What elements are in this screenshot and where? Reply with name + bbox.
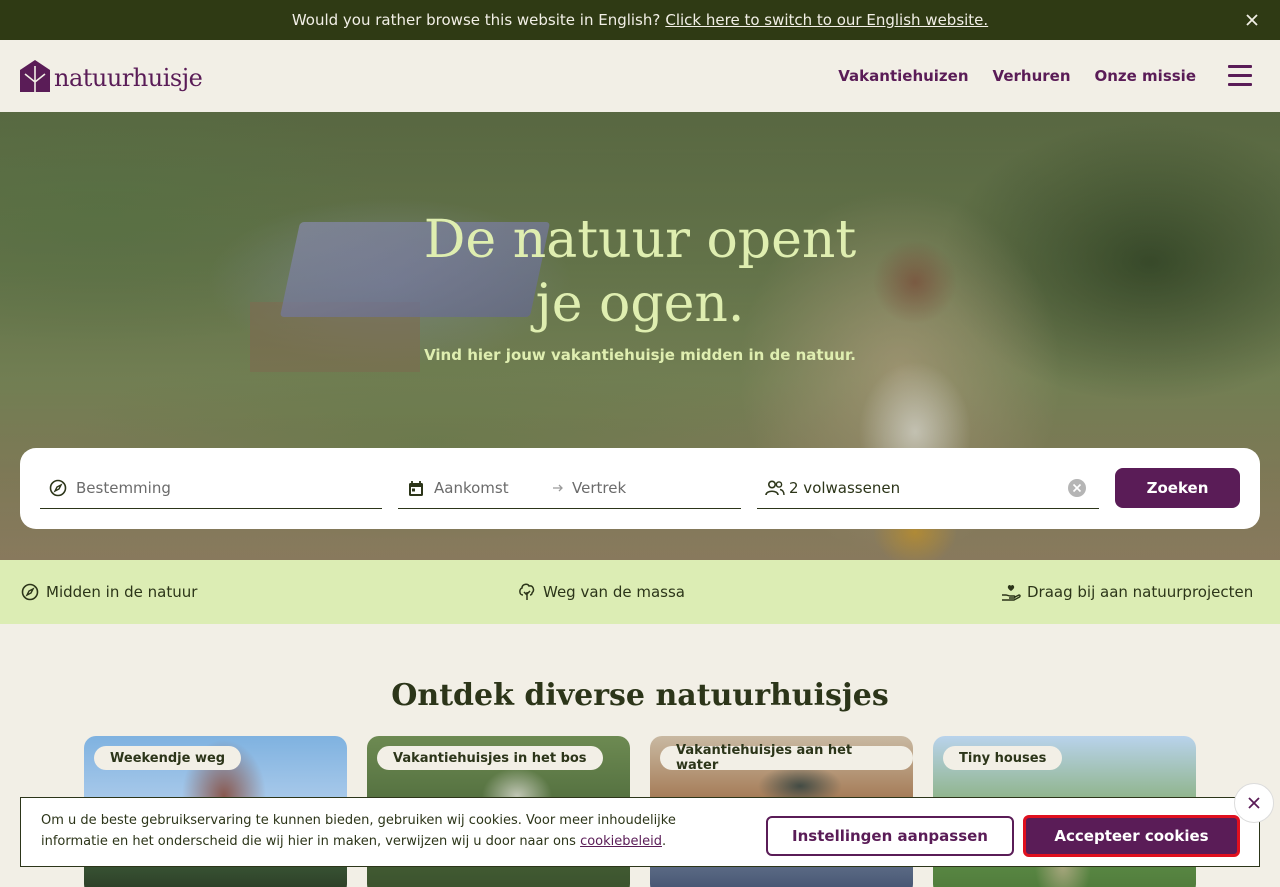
date-field[interactable]: Aankomst Vertrek	[398, 468, 741, 509]
hero-subtitle: Vind hier jouw vakantiehuisje midden in …	[424, 346, 856, 364]
category-tag: Vakantiehuisjes aan het water	[660, 743, 913, 773]
site-header: natuurhuisje Vakantiehuizen Verhuren Onz…	[0, 40, 1280, 112]
compass-icon	[48, 478, 68, 498]
category-tag: Weekendje weg	[94, 746, 242, 770]
close-icon[interactable]	[1234, 783, 1274, 823]
people-icon	[765, 478, 785, 498]
usp-label: Draag bij aan natuurprojecten	[1027, 583, 1254, 601]
guests-field[interactable]: 2 volwassenen	[757, 468, 1099, 509]
compass-icon	[20, 582, 40, 602]
nav-verhuren[interactable]: Verhuren	[993, 67, 1071, 85]
hero-title-line2: je ogen.	[535, 274, 745, 334]
guests-value: 2 volwassenen	[789, 479, 901, 497]
cookie-settings-button[interactable]: Instellingen aanpassen	[766, 816, 1014, 856]
hero-title-line1: De natuur opent	[423, 210, 857, 270]
section-title: Ontdek diverse natuurhuisjes	[391, 678, 889, 713]
language-banner: Would you rather browse this website in …	[0, 0, 1280, 40]
clear-guests-icon[interactable]	[1067, 478, 1087, 498]
search-panel: Bestemming Aankomst Vertrek 2 volwassene…	[20, 448, 1260, 529]
main-nav: Vakantiehuizen Verhuren Onze missie	[838, 67, 1196, 85]
calendar-icon	[406, 478, 426, 498]
close-icon[interactable]	[1242, 10, 1262, 30]
usp-item-nature: Midden in de natuur	[20, 582, 197, 602]
nav-vakantiehuizen[interactable]: Vakantiehuizen	[838, 67, 968, 85]
arrow-right-icon	[552, 483, 564, 493]
logo-text: natuurhuisje	[54, 64, 203, 92]
cookie-text: Om u de beste gebruikservaring te kunnen…	[41, 813, 676, 849]
usp-bar: Midden in de natuur Weg van de massa Dra…	[0, 560, 1280, 624]
usp-item-projects: Draag bij aan natuurprojecten	[1001, 582, 1253, 602]
destination-placeholder: Bestemming	[76, 479, 171, 497]
usp-item-crowd: Weg van de massa	[517, 582, 685, 602]
departure-placeholder: Vertrek	[572, 479, 627, 497]
arrival-placeholder: Aankomst	[434, 479, 509, 497]
search-button[interactable]: Zoeken	[1115, 468, 1240, 508]
destination-field[interactable]: Bestemming	[40, 468, 382, 509]
category-tag: Tiny houses	[943, 746, 1063, 770]
usp-label: Weg van de massa	[543, 583, 685, 601]
tree-icon	[517, 582, 537, 602]
cookie-banner: Om u de beste gebruikservaring te kunnen…	[20, 797, 1260, 867]
cookie-policy-link[interactable]: cookiebeleid	[580, 834, 662, 849]
hand-heart-icon	[1001, 582, 1021, 602]
switch-to-english-link[interactable]: Click here to switch to our English webs…	[665, 11, 988, 29]
hamburger-menu-icon[interactable]	[1228, 65, 1252, 87]
hero-title: De natuur opent je ogen.	[340, 208, 940, 336]
language-banner-message: Would you rather browse this website in …	[291, 11, 661, 29]
logo[interactable]: natuurhuisje	[20, 60, 203, 96]
usp-label: Midden in de natuur	[46, 583, 198, 601]
house-logo-icon	[20, 60, 50, 96]
accept-cookies-button[interactable]: Accepteer cookies	[1023, 815, 1240, 857]
category-tag: Vakantiehuisjes in het bos	[377, 746, 603, 770]
nav-onze-missie[interactable]: Onze missie	[1095, 67, 1197, 85]
